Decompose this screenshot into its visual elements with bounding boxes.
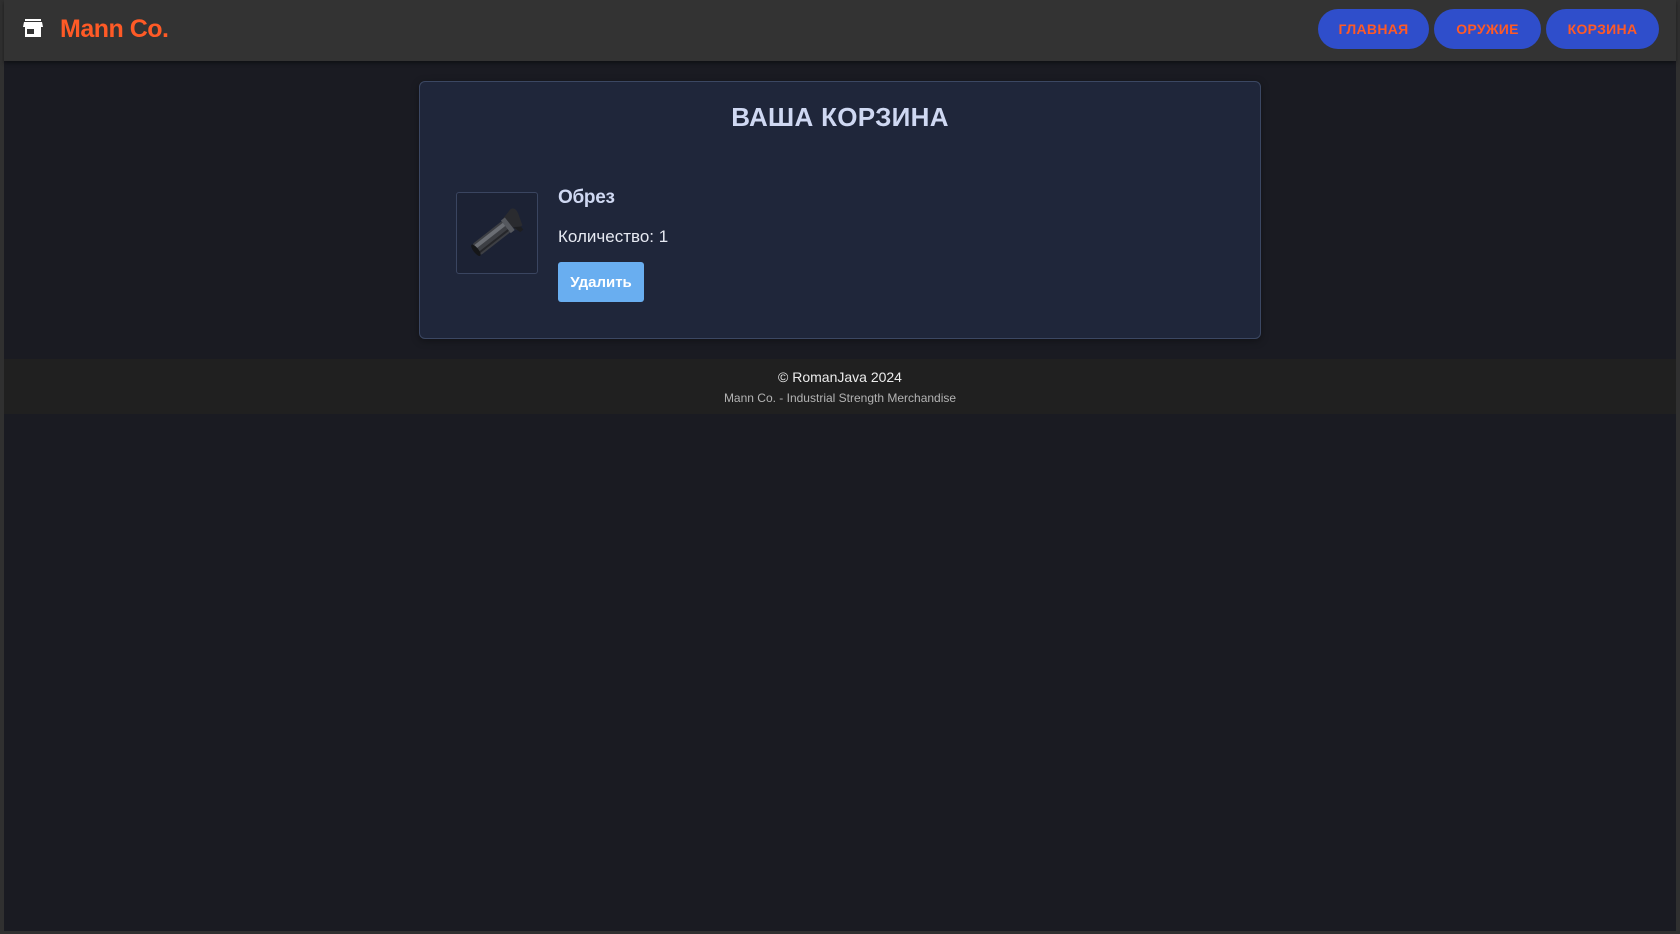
page: Mann Co. ГЛАВНАЯ ОРУЖИЕ КОРЗИНА ВАША КОР… <box>4 0 1676 931</box>
cart-title: ВАША КОРЗИНА <box>731 102 949 132</box>
cart-card: ВАША КОРЗИНА Обрез Количество: 1 Удалить <box>419 81 1261 339</box>
item-image <box>456 192 538 274</box>
footer-tagline: Mann Co. - Industrial Strength Merchandi… <box>723 391 957 405</box>
footer: © RomanJava 2024 Mann Co. - Industrial S… <box>4 359 1676 414</box>
shotgun-image <box>471 208 524 256</box>
nav-home-button[interactable]: ГЛАВНАЯ <box>1318 9 1429 49</box>
nav-weapons-button[interactable]: ОРУЖИЕ <box>1434 9 1541 49</box>
delete-item-button[interactable]: Удалить <box>558 262 644 302</box>
brand-title[interactable]: Mann Co. <box>60 14 169 44</box>
item-name[interactable]: Обрез <box>558 187 615 209</box>
top-navbar: Mann Co. ГЛАВНАЯ ОРУЖИЕ КОРЗИНА <box>4 0 1676 61</box>
item-quantity: Количество: 1 <box>558 227 669 246</box>
nav-cart-button[interactable]: КОРЗИНА <box>1546 9 1659 49</box>
footer-copyright: © RomanJava 2024 <box>778 369 902 385</box>
store-icon[interactable] <box>23 19 43 37</box>
